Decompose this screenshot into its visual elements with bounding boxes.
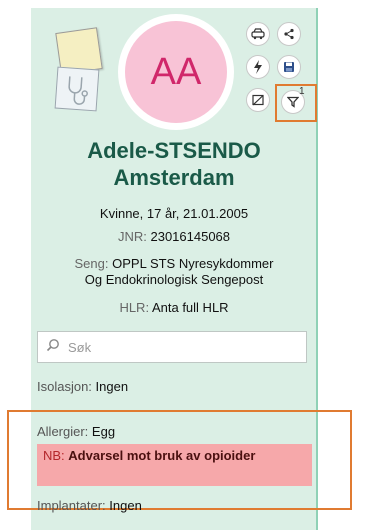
bed-value-line1: OPPL STS Nyresykdommer (112, 256, 274, 271)
car-icon[interactable] (246, 22, 270, 46)
stethoscope-note-icon (54, 66, 100, 112)
jnr-value: 23016145068 (150, 229, 231, 244)
search-box[interactable] (37, 331, 307, 363)
nb-value: Advarsel mot bruk av opioider (68, 448, 256, 463)
lightning-icon[interactable] (246, 55, 270, 79)
avatar[interactable]: AA (118, 14, 234, 130)
implant-label: Implantater: (37, 498, 106, 513)
allergy-row: Allergier: Egg (37, 424, 115, 439)
search-input[interactable] (66, 338, 290, 356)
image-icon[interactable] (246, 88, 270, 112)
allergy-value: Egg (91, 424, 116, 439)
filter-highlight-outline (275, 84, 317, 122)
implant-row: Implantater: Ingen (37, 498, 142, 513)
bed-label: Seng: (74, 256, 109, 271)
bed-value-line2: Og Endokrinologisk Sengepost (84, 272, 264, 287)
notes-icon[interactable] (52, 27, 103, 112)
patient-jnr: JNR: 23016145068 (31, 229, 317, 245)
isolation-label: Isolasjon: (37, 379, 92, 394)
avatar-initials: AA (125, 21, 227, 123)
isolation-value: Ingen (95, 379, 129, 394)
patient-demographics: Kvinne, 17 år, 21.01.2005 (99, 206, 249, 221)
patient-hlr: HLR: Anta full HLR (31, 300, 317, 316)
patient-last-name: Amsterdam (113, 165, 235, 190)
isolation-row: Isolasjon: Ingen (37, 379, 128, 394)
share-icon[interactable] (277, 22, 301, 46)
patient-name: Adele-STSENDO Amsterdam (31, 137, 317, 191)
nb-warning: NB: Advarsel mot bruk av opioider (37, 444, 312, 486)
nb-label: NB: (43, 448, 65, 463)
search-icon (46, 338, 60, 357)
allergy-label: Allergier: (37, 424, 89, 439)
patient-bed: Seng: OPPL STS Nyresykdommer Og Endokrin… (31, 256, 317, 288)
hlr-label: HLR: (119, 300, 150, 315)
save-icon[interactable] (277, 55, 301, 79)
implant-value: Ingen (109, 498, 142, 513)
patient-first-name: Adele-STSENDO (87, 138, 261, 163)
jnr-label: JNR: (117, 229, 147, 244)
hlr-value: Anta full HLR (151, 300, 229, 315)
